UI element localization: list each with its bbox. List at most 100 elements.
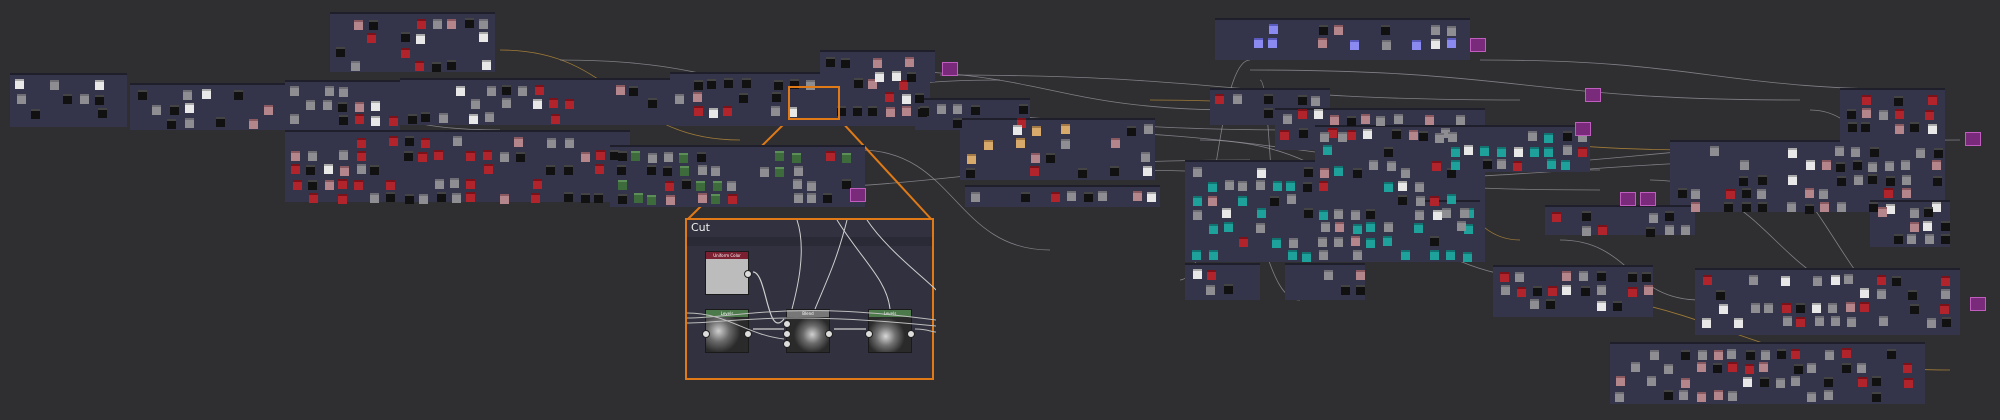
graph-node[interactable] (1835, 146, 1844, 156)
graph-node[interactable] (1147, 192, 1156, 202)
graph-node[interactable] (1854, 175, 1863, 185)
graph-node[interactable] (1483, 159, 1492, 169)
graph-node[interactable] (1319, 25, 1328, 35)
graph-node[interactable] (1383, 236, 1392, 246)
graph-node[interactable] (531, 193, 540, 203)
selection-highlight-box[interactable] (788, 86, 840, 120)
graph-node[interactable] (1318, 38, 1327, 48)
graph-node[interactable] (1681, 225, 1690, 235)
graph-node[interactable] (1143, 166, 1152, 176)
blend-node[interactable]: Blend (783, 309, 833, 353)
graph-node[interactable] (1366, 222, 1375, 232)
graph-node[interactable] (502, 98, 511, 108)
output-node[interactable] (850, 188, 866, 202)
graph-node[interactable] (1193, 196, 1202, 206)
graph-node[interactable] (1561, 160, 1570, 170)
graph-node[interactable] (1760, 377, 1769, 387)
graph-node[interactable] (647, 195, 656, 205)
graph-node[interactable] (1894, 96, 1903, 106)
graph-node[interactable] (1311, 96, 1320, 106)
graph-node[interactable] (309, 193, 318, 203)
graph-node[interactable] (1757, 189, 1766, 199)
graph-node[interactable] (1910, 304, 1919, 314)
graph-node[interactable] (1842, 348, 1851, 358)
graph-node[interactable] (693, 92, 702, 102)
graph-node[interactable] (1649, 213, 1658, 223)
graph-node[interactable] (1933, 176, 1942, 186)
graph-node[interactable] (1289, 238, 1298, 248)
graph-node[interactable] (565, 99, 574, 109)
graph-node[interactable] (1825, 350, 1834, 360)
graph-node[interactable] (1256, 223, 1265, 233)
graph-node[interactable] (1860, 302, 1869, 312)
graph-node[interactable] (793, 179, 802, 189)
graph-node[interactable] (1061, 139, 1070, 149)
graph-node[interactable] (551, 114, 560, 124)
graph-node[interactable] (1283, 114, 1292, 124)
graph-node[interactable] (1264, 94, 1273, 104)
graph-node[interactable] (1714, 390, 1723, 400)
graph-node[interactable] (357, 138, 366, 148)
graph-node[interactable] (291, 164, 300, 174)
graph-node[interactable] (339, 115, 348, 125)
graph-node[interactable] (1886, 204, 1895, 214)
graph-node[interactable] (1805, 188, 1814, 198)
graph-node[interactable] (581, 152, 590, 162)
graph-node[interactable] (1208, 196, 1217, 206)
graph-node[interactable] (1665, 225, 1674, 235)
graph-node[interactable] (1719, 304, 1728, 314)
graph-node[interactable] (1910, 208, 1919, 218)
graph-node[interactable] (1334, 209, 1343, 219)
graph-node[interactable] (1777, 349, 1786, 359)
graph-node[interactable] (421, 112, 430, 122)
graph-node[interactable] (357, 164, 366, 174)
graph-node[interactable] (907, 72, 916, 82)
graph-node[interactable] (1233, 94, 1242, 104)
graph-node[interactable] (1376, 116, 1385, 126)
graph-node[interactable] (1341, 285, 1350, 295)
graph-node[interactable] (31, 109, 40, 119)
graph-node[interactable] (386, 192, 395, 202)
graph-node[interactable] (581, 193, 590, 203)
graph-node[interactable] (680, 166, 689, 176)
graph-node[interactable] (1451, 160, 1460, 170)
graph-node[interactable] (1456, 115, 1465, 125)
graph-node[interactable] (1270, 196, 1279, 206)
graph-node[interactable] (1111, 138, 1120, 148)
graph-node[interactable] (1460, 208, 1469, 218)
graph-node[interactable] (902, 94, 911, 104)
graph-node[interactable] (50, 80, 59, 90)
graph-node[interactable] (1824, 377, 1833, 387)
graph-node[interactable] (547, 138, 556, 148)
graph-node[interactable] (1742, 188, 1751, 198)
graph-node[interactable] (1713, 363, 1722, 373)
graph-node[interactable] (1530, 147, 1539, 157)
graph-node[interactable] (439, 113, 448, 123)
graph-node[interactable] (1581, 286, 1590, 296)
graph-node[interactable] (290, 86, 299, 96)
graph-node[interactable] (1530, 299, 1539, 309)
graph-node[interactable] (465, 18, 474, 28)
graph-node[interactable] (1013, 125, 1022, 135)
graph-node[interactable] (1356, 270, 1365, 280)
graph-node[interactable] (902, 106, 911, 116)
graph-node[interactable] (1239, 237, 1248, 247)
graph-node[interactable] (1412, 40, 1421, 50)
graph-node[interactable] (984, 140, 993, 150)
graph-node[interactable] (1324, 270, 1333, 280)
graph-node[interactable] (1084, 192, 1093, 202)
graph-node[interactable] (618, 151, 627, 161)
graph-node[interactable] (516, 152, 525, 162)
graph-node[interactable] (1298, 109, 1307, 119)
graph-node[interactable] (15, 79, 24, 89)
graph-node[interactable] (1647, 376, 1656, 386)
graph-node[interactable] (723, 106, 732, 116)
cut-frame-inset[interactable]: Cut Uniform Color Levels Blend Levels (685, 218, 936, 380)
graph-node[interactable] (1941, 289, 1950, 299)
graph-node[interactable] (1401, 168, 1410, 178)
graph-node[interactable] (1272, 238, 1281, 248)
graph-node[interactable] (1812, 303, 1821, 313)
graph-node[interactable] (386, 180, 395, 190)
graph-node[interactable] (339, 150, 348, 160)
graph-node[interactable] (1788, 148, 1797, 158)
